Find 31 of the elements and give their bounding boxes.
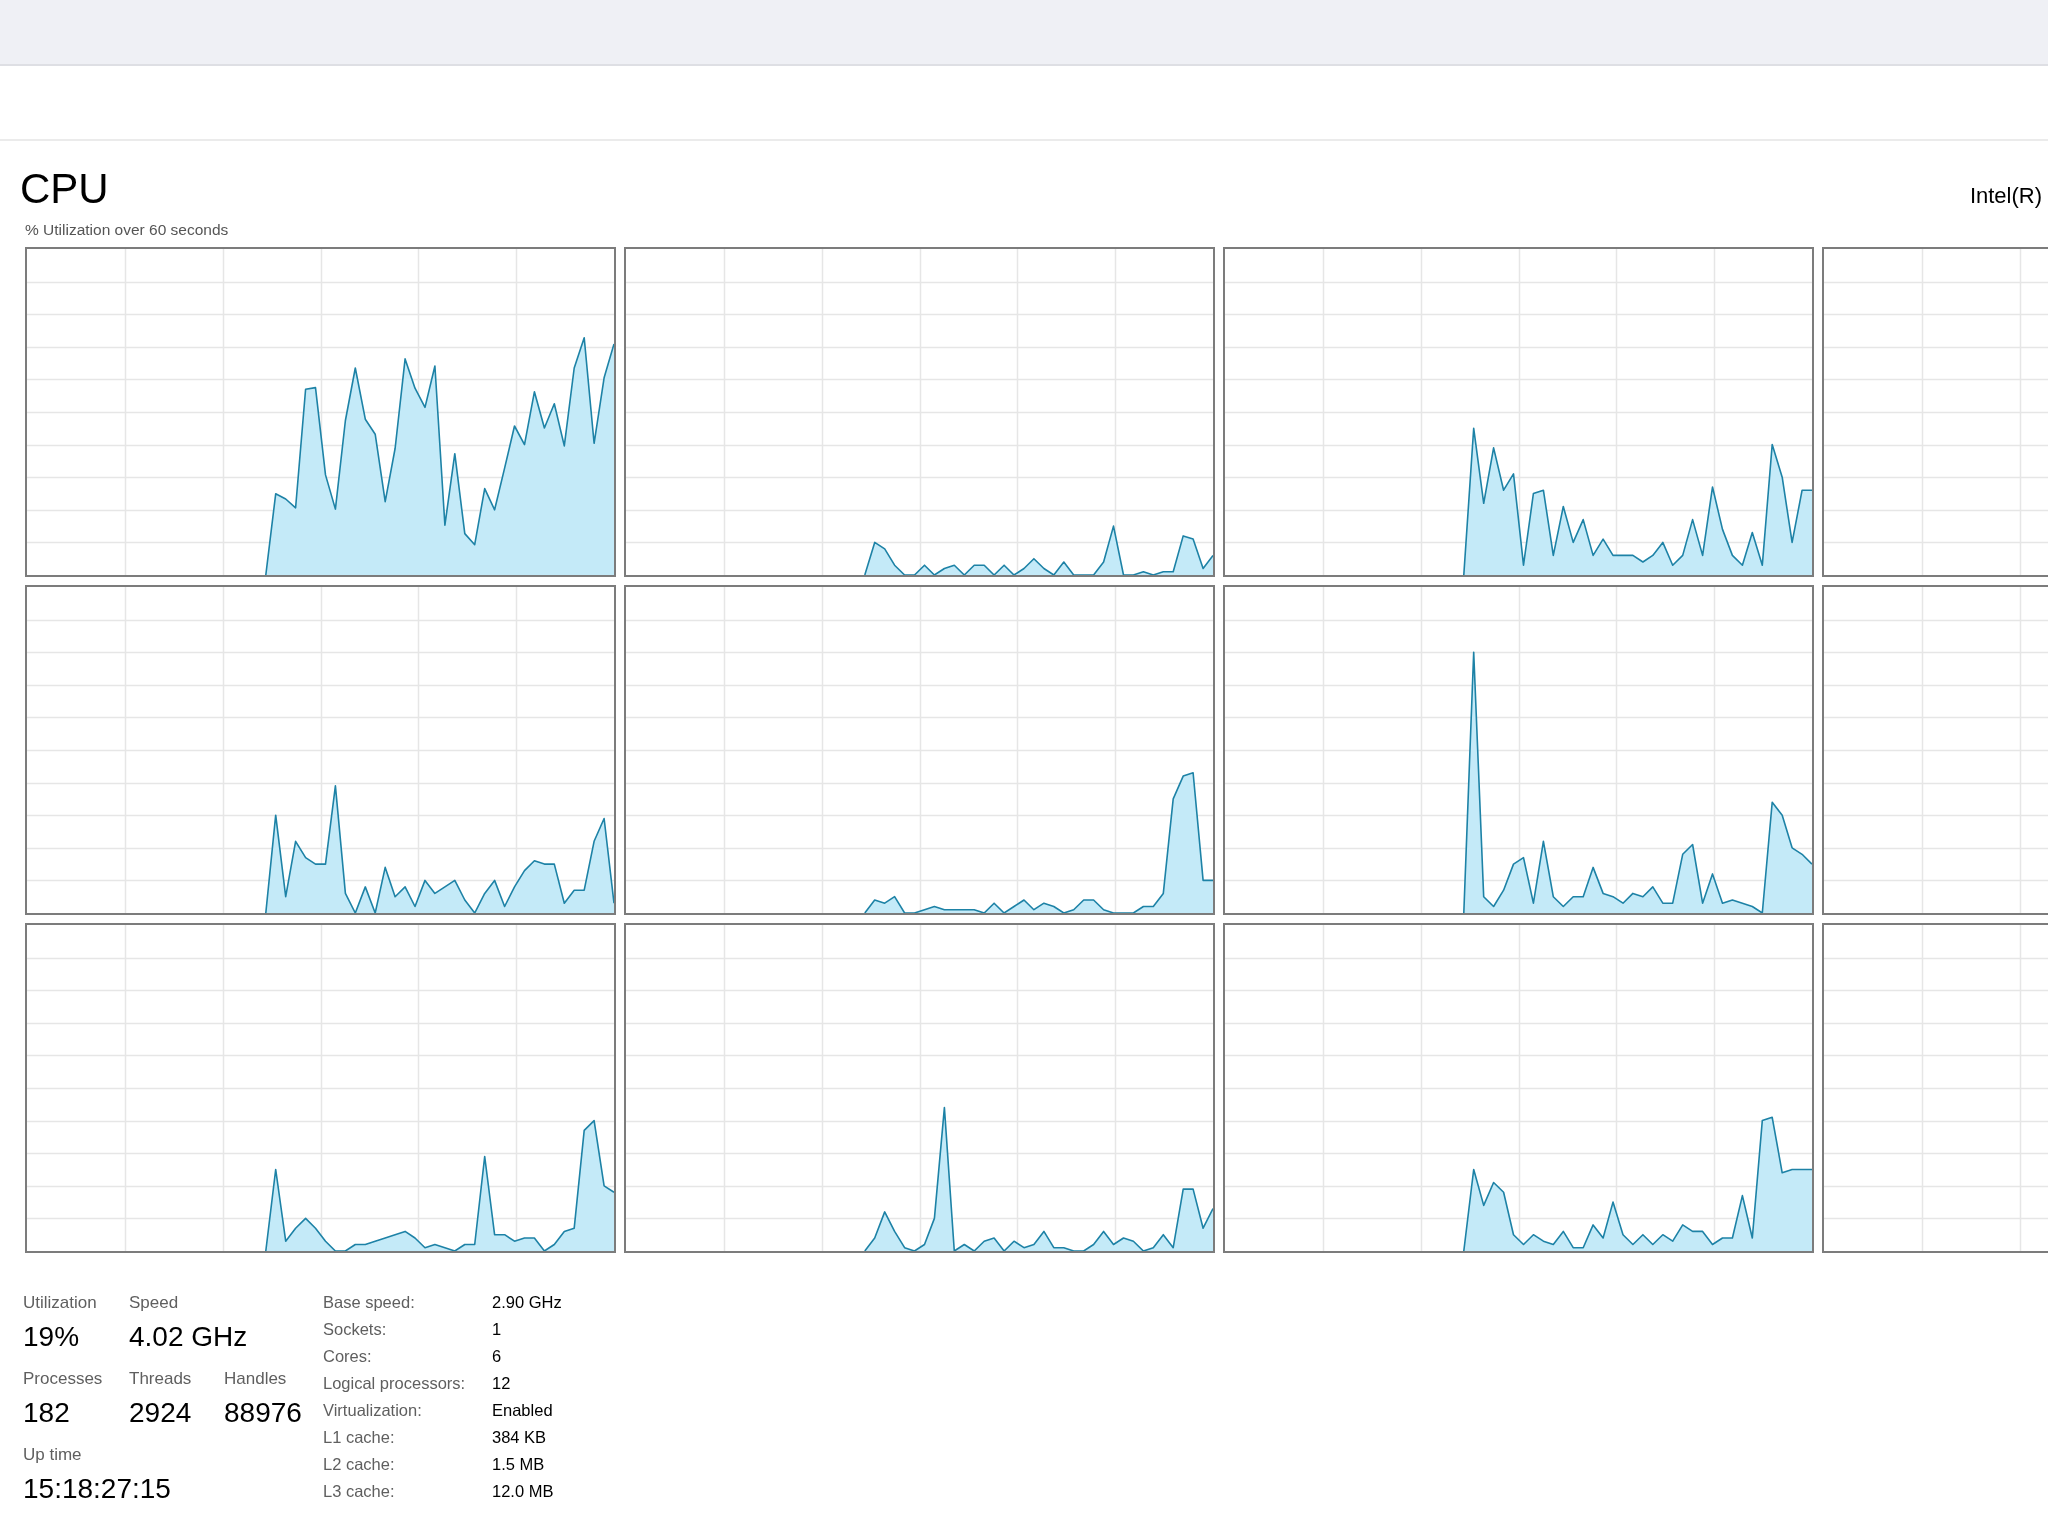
graph-caption: % Utilization over 60 seconds [25,221,229,239]
stat-value: 88976 [224,1397,302,1429]
detail-label: Virtualization: [323,1400,422,1421]
detail-label: Base speed: [323,1292,415,1313]
detail-label: L3 cache: [323,1481,395,1502]
detail-label: Sockets: [323,1319,387,1340]
detail-value: 1.5 MB [492,1454,545,1475]
stat-label: Up time [23,1445,82,1465]
detail-value: 12.0 MB [492,1481,554,1502]
processor-name: Intel(R) [1969,183,2042,209]
detail-value: 6 [492,1346,502,1367]
stat-label: Threads [129,1369,192,1389]
detail-value: 1 [492,1319,502,1340]
detail-value: 12 [492,1373,511,1394]
stat-label: Handles [224,1369,287,1389]
detail-label: L1 cache: [323,1427,395,1448]
stat-value: 2924 [129,1397,192,1429]
stat-value: 182 [23,1397,70,1429]
stat-label: Processes [23,1369,103,1389]
detail-value: 384 KB [492,1427,547,1448]
stat-value: 19% [23,1321,80,1353]
stat-value: 15:18:27:15 [23,1473,171,1505]
detail-label: Logical processors: [323,1373,466,1394]
detail-value: Enabled [492,1400,553,1421]
detail-label: L2 cache: [323,1454,395,1475]
stat-label: Speed [129,1293,179,1313]
page-title: CPU [20,168,109,210]
stat-label: Utilization [23,1293,97,1313]
stat-value: 4.02 GHz [129,1321,248,1353]
detail-label: Cores: [323,1346,372,1367]
detail-value: 2.90 GHz [492,1292,562,1313]
